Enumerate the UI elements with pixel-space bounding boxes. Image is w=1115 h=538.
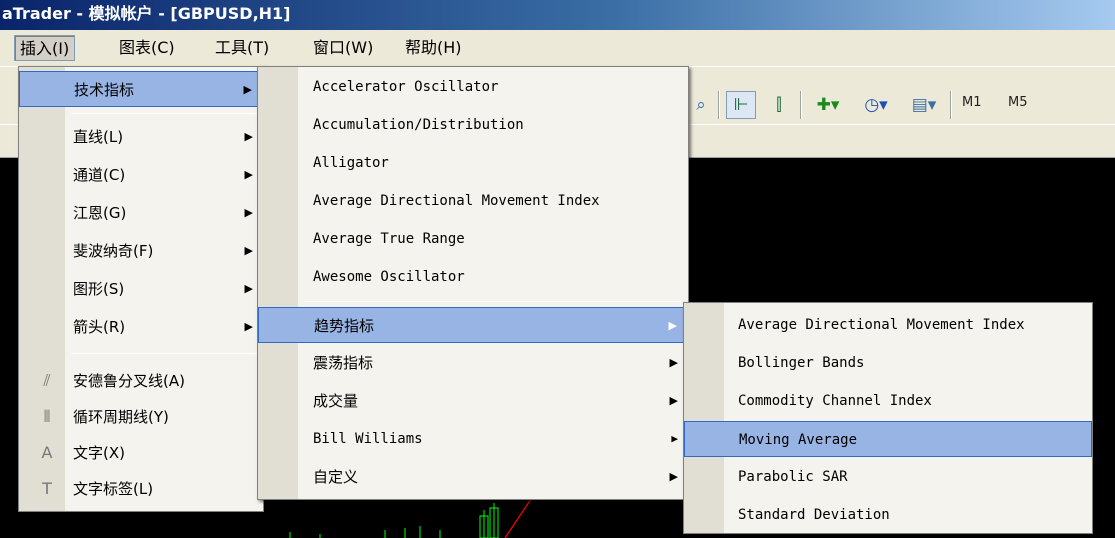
menu-item-label: 循环周期线(Y) xyxy=(73,408,169,426)
menu-item-label: Average Directional Movement Index xyxy=(738,317,1025,333)
menu-item-lines[interactable]: 直线(L) ▶ xyxy=(19,119,263,155)
toolbar-separator xyxy=(800,91,802,119)
menu-item-text[interactable]: A 文字(X) xyxy=(19,435,263,471)
pitchfork-icon: ⫽ xyxy=(43,371,51,390)
menu-separator xyxy=(304,301,682,302)
menu-item-volumes[interactable]: 成交量 ▶ xyxy=(258,383,688,419)
menu-separator xyxy=(71,353,257,354)
submenu-arrow-icon: ▶ xyxy=(244,206,253,219)
menu-item-label: Average True Range xyxy=(313,231,465,247)
menu-item-trend-indicators[interactable]: 趋势指标 ▶ xyxy=(258,307,688,343)
menu-item-label: Bill Williams xyxy=(313,431,423,447)
menu-item-fibonacci[interactable]: 斐波纳奇(F) ▶ xyxy=(19,233,263,269)
menu-item-label: 文字标签(L) xyxy=(73,480,154,498)
trend-indicators-menu: Average Directional Movement Index Bolli… xyxy=(683,302,1093,534)
menu-item-oscillators[interactable]: 震荡指标 ▶ xyxy=(258,345,688,381)
menu-item-label: 安德鲁分叉线(A) xyxy=(73,372,185,390)
menu-item-andrews-pitchfork[interactable]: ⫽ 安德鲁分叉线(A) xyxy=(19,363,263,399)
insert-menu: 技术指标 ▶ 直线(L) ▶ 通道(C) ▶ 江恩(G) ▶ 斐波纳奇(F) ▶… xyxy=(18,66,264,512)
magnifier-icon[interactable]: ⌕ xyxy=(688,91,714,119)
submenu-arrow-icon: ▶ xyxy=(669,394,678,407)
menu-item-label: 趋势指标 xyxy=(314,317,375,335)
menu-bar: 插入(I) 图表(C) 工具(T) 窗口(W) 帮助(H) xyxy=(0,30,1115,66)
menu-item-accumulation-distribution[interactable]: Accumulation/Distribution xyxy=(258,107,688,143)
menu-item-label: 通道(C) xyxy=(73,166,126,184)
menu-item-label: 直线(L) xyxy=(73,128,124,146)
menu-item-label: Bollinger Bands xyxy=(738,355,865,371)
menu-separator xyxy=(71,113,257,114)
submenu-arrow-icon: ▶ xyxy=(669,470,678,483)
menu-item-bill-williams[interactable]: Bill Williams ▶ xyxy=(258,421,688,457)
timeframe-m1[interactable]: M1 xyxy=(962,95,982,110)
submenu-arrow-icon: ▶ xyxy=(668,319,677,332)
menu-item-label: Alligator xyxy=(313,155,389,171)
menu-charts[interactable]: 图表(C) xyxy=(114,35,180,61)
menu-item-label: Parabolic SAR xyxy=(738,469,848,485)
menu-item-label: 技术指标 xyxy=(74,81,135,99)
timeframe-m5[interactable]: M5 xyxy=(1008,95,1028,110)
indicators-menu: Accelerator Oscillator Accumulation/Dist… xyxy=(257,66,689,500)
menu-item-alligator[interactable]: Alligator xyxy=(258,145,688,181)
window-title: aTrader - 模拟帐户 - [GBPUSD,H1] xyxy=(2,4,291,23)
submenu-arrow-icon: ▶ xyxy=(244,244,253,257)
menu-item-label: 斐波纳奇(F) xyxy=(73,242,154,260)
text-label-icon: T xyxy=(42,479,52,498)
menu-item-channels[interactable]: 通道(C) ▶ xyxy=(19,157,263,193)
title-bar: aTrader - 模拟帐户 - [GBPUSD,H1] xyxy=(0,0,1115,30)
menu-item-moving-average[interactable]: Moving Average xyxy=(684,421,1092,457)
submenu-arrow-icon: ▶ xyxy=(244,130,253,143)
menu-item-label: Average Directional Movement Index xyxy=(313,193,600,209)
menu-item-label: 成交量 xyxy=(313,392,359,410)
menu-item-label: 文字(X) xyxy=(73,444,125,462)
cycle-lines-icon: ⦀ xyxy=(43,407,51,426)
menu-item-text-label[interactable]: T 文字标签(L) xyxy=(19,471,263,507)
menu-item-bollinger-bands[interactable]: Bollinger Bands xyxy=(684,345,1092,381)
autoscroll-icon[interactable]: ⫿ xyxy=(764,91,794,119)
menu-tools[interactable]: 工具(T) xyxy=(210,35,274,61)
menu-insert[interactable]: 插入(I) xyxy=(14,35,76,61)
menu-item-label: 自定义 xyxy=(313,468,359,486)
menu-item-shapes[interactable]: 图形(S) ▶ xyxy=(19,271,263,307)
toolbar-separator xyxy=(950,91,952,119)
menu-item-standard-deviation[interactable]: Standard Deviation xyxy=(684,497,1092,533)
submenu-arrow-icon: ▶ xyxy=(669,356,678,369)
menu-item-label: Awesome Oscillator xyxy=(313,269,465,285)
menu-item-label: Standard Deviation xyxy=(738,507,890,523)
candles xyxy=(289,503,499,538)
submenu-arrow-icon: ▶ xyxy=(243,83,252,96)
menu-help[interactable]: 帮助(H) xyxy=(400,35,467,61)
submenu-arrow-icon: ▶ xyxy=(244,282,253,295)
chart-shift-icon[interactable]: ⊩ xyxy=(726,91,756,119)
submenu-arrow-icon: ▶ xyxy=(244,320,253,333)
menu-item-gann[interactable]: 江恩(G) ▶ xyxy=(19,195,263,231)
toolbar-separator xyxy=(718,91,720,119)
menu-item-average-true-range[interactable]: Average True Range xyxy=(258,221,688,257)
menu-item-accelerator-oscillator[interactable]: Accelerator Oscillator xyxy=(258,69,688,105)
submenu-arrow-icon: ▶ xyxy=(671,432,678,445)
menu-item-cycle-lines[interactable]: ⦀ 循环周期线(Y) xyxy=(19,399,263,435)
submenu-arrow-icon: ▶ xyxy=(244,168,253,181)
menu-item-label: 江恩(G) xyxy=(73,204,127,222)
text-icon: A xyxy=(41,443,53,462)
menu-item-custom[interactable]: 自定义 ▶ xyxy=(258,459,688,495)
menu-item-label: Commodity Channel Index xyxy=(738,393,932,409)
templates-icon[interactable]: ▤▾ xyxy=(904,91,944,119)
menu-item-admi[interactable]: Average Directional Movement Index xyxy=(258,183,688,219)
menu-item-arrows[interactable]: 箭头(R) ▶ xyxy=(19,309,263,345)
menu-item-awesome-oscillator[interactable]: Awesome Oscillator xyxy=(258,259,688,295)
menu-item-label: Moving Average xyxy=(739,432,858,448)
menu-item-label: 震荡指标 xyxy=(313,354,374,372)
menu-item-commodity-channel-index[interactable]: Commodity Channel Index xyxy=(684,383,1092,419)
menu-item-technical-indicators[interactable]: 技术指标 ▶ xyxy=(19,71,263,107)
menu-item-label: 箭头(R) xyxy=(73,318,126,336)
menu-item-label: Accelerator Oscillator xyxy=(313,79,499,95)
add-indicator-icon[interactable]: ✚▾ xyxy=(808,91,848,119)
menu-item-parabolic-sar[interactable]: Parabolic SAR xyxy=(684,459,1092,495)
menu-item-label: 图形(S) xyxy=(73,280,125,298)
menu-item-label: Accumulation/Distribution xyxy=(313,117,524,133)
clock-icon[interactable]: ◷▾ xyxy=(856,91,896,119)
menu-item-trend-admi[interactable]: Average Directional Movement Index xyxy=(684,307,1092,343)
menu-window[interactable]: 窗口(W) xyxy=(308,35,378,61)
